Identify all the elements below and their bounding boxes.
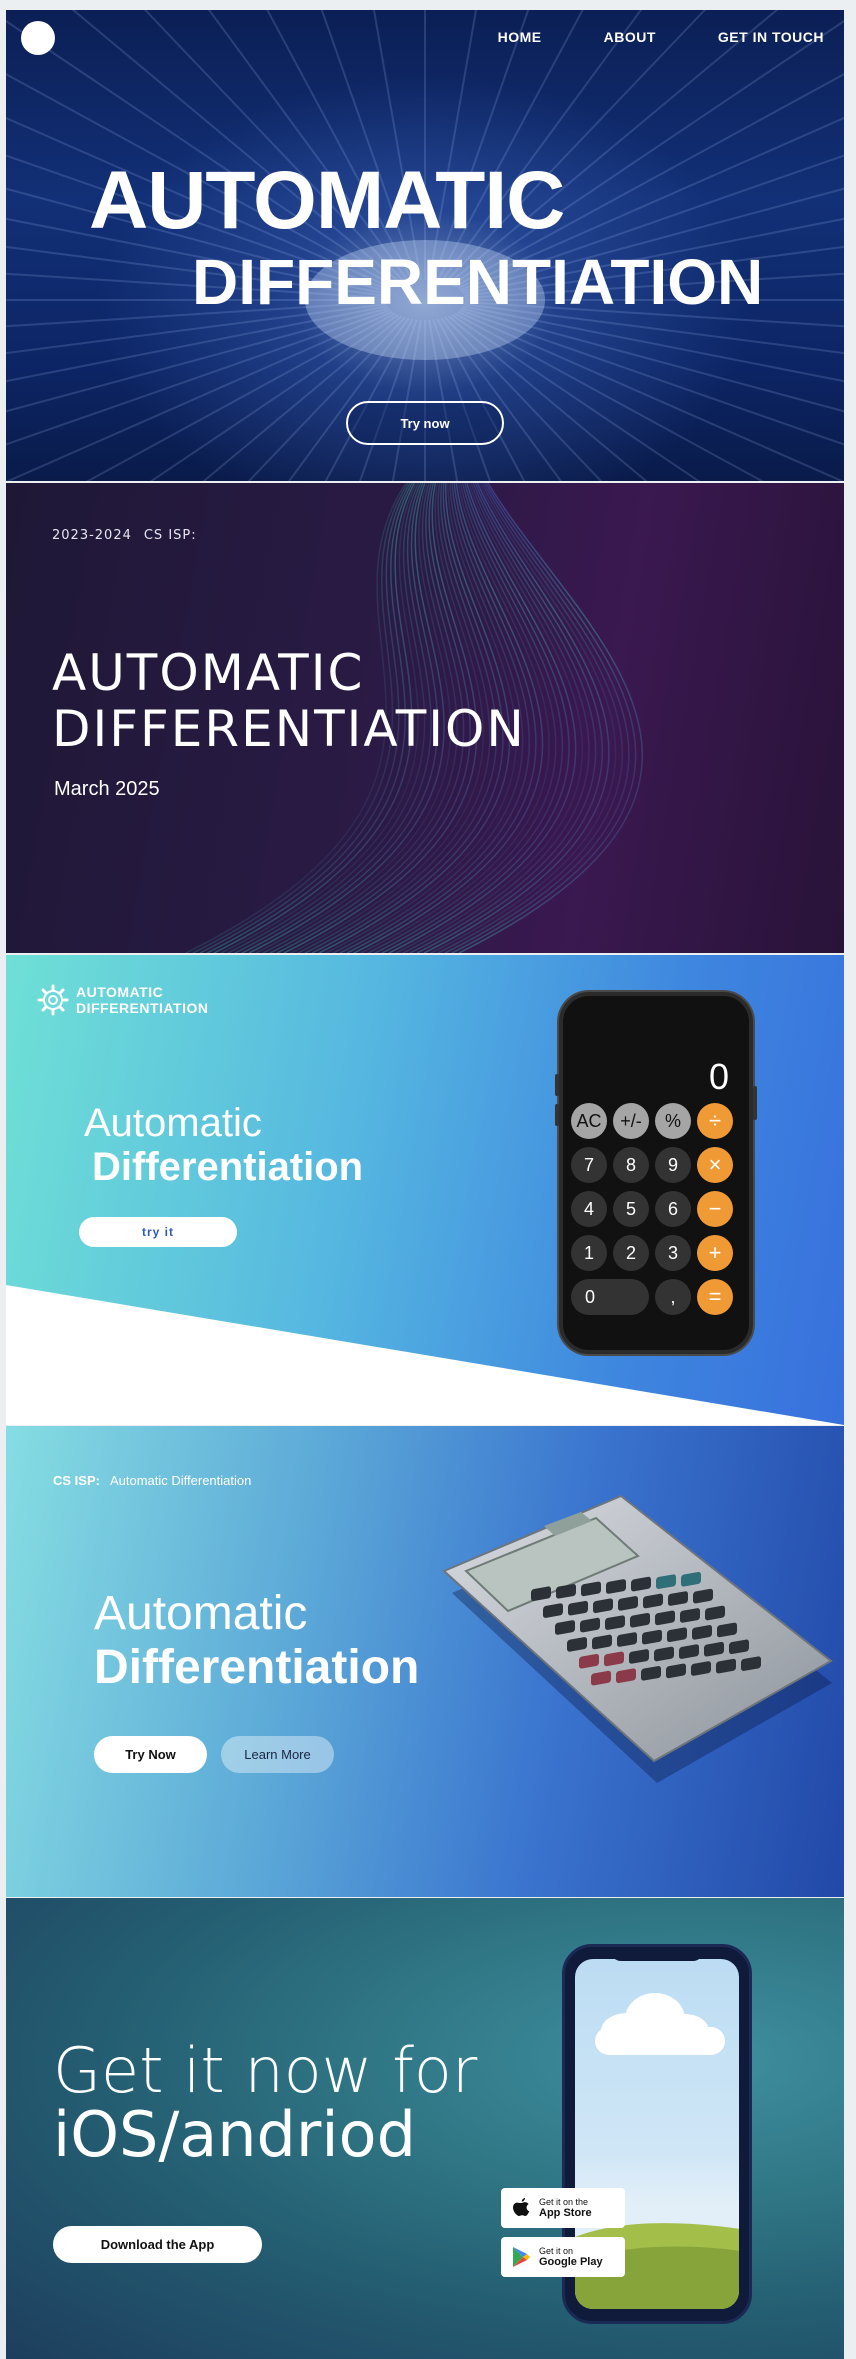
brand-logo[interactable]: AUTOMATIC DIFFERENTIATION [36,983,208,1017]
download-title-line2: iOS/andriod [53,2098,416,2171]
cover-title-line2: DIFFERENTIATION [52,700,526,758]
google-play-small-text: Get it on [539,2246,574,2256]
key-2[interactable]: 2 [613,1235,649,1271]
try-now-primary-button[interactable]: Try Now [94,1736,207,1773]
key-divide[interactable]: ÷ [697,1103,733,1139]
hero-section: HOME ABOUT GET IN TOUCH AUTOMATIC DIFFER… [6,10,844,481]
google-play-big-text: Google Play [539,2256,603,2268]
try-now-button[interactable]: Try now [346,401,504,445]
cover-course: CS ISP: [143,528,197,543]
cover-year: 2023-2024 [52,528,132,543]
nav-home-link[interactable]: HOME [498,29,542,45]
breadcrumb: CS ISP: Automatic Differentiation [53,1473,251,1488]
phone-volume-up [555,1074,559,1096]
product-title-line1: Automatic [94,1587,308,1640]
key-4[interactable]: 4 [571,1191,607,1227]
breadcrumb-topic: Automatic Differentiation [109,1473,252,1488]
phone-notch [611,1947,703,1961]
download-app-button[interactable]: Download the App [53,2226,262,2263]
key-0[interactable]: 0 [571,1279,649,1315]
nav-about-link[interactable]: ABOUT [604,29,656,45]
key-equals[interactable]: = [697,1279,733,1315]
nav-get-in-touch-link[interactable]: GET IN TOUCH [718,29,824,45]
product-title-line2: Differentiation [94,1641,420,1694]
key-ac[interactable]: AC [571,1103,607,1139]
key-3[interactable]: 3 [655,1235,691,1271]
product-section: CS ISP: Automatic Differentiation Automa… [6,1426,844,1897]
key-7[interactable]: 7 [571,1147,607,1183]
app-store-text: Get it on the App Store [539,2197,592,2219]
key-plus-minus[interactable]: +/- [613,1103,649,1139]
brand-line1: AUTOMATIC [76,984,164,1000]
app-store-big-text: App Store [539,2207,592,2219]
brand-text: AUTOMATIC DIFFERENTIATION [76,984,208,1016]
google-play-icon [513,2247,530,2267]
key-minus[interactable]: − [697,1191,733,1227]
hero-title-line2: DIFFERENTIATION [192,246,764,318]
key-9[interactable]: 9 [655,1147,691,1183]
app-store-small-text: Get it on the [539,2197,589,2207]
hero-title-line1: AUTOMATIC [89,155,565,246]
learn-more-button[interactable]: Learn More [221,1736,334,1773]
calculator-phone-mockup: 0 AC +/- % ÷ 7 8 9 × 4 5 6 − 1 2 3 + 0 ,… [555,992,757,1354]
key-1[interactable]: 1 [571,1235,607,1271]
calc-title-line2: Differentiation [92,1145,364,1189]
breadcrumb-course: CS ISP: [53,1473,100,1488]
apple-icon [513,2198,530,2216]
try-it-button[interactable]: try it [79,1217,237,1247]
calculator-keypad: AC +/- % ÷ 7 8 9 × 4 5 6 − 1 2 3 + 0 , = [571,1103,741,1315]
google-play-badge[interactable]: Get it on Google Play [501,2237,625,2277]
calc-title-line1: Automatic [84,1101,262,1145]
phone-volume-down [555,1104,559,1126]
download-title-line1: Get it now for [53,2034,478,2107]
key-percent[interactable]: % [655,1103,691,1139]
brand-line2: DIFFERENTIATION [76,1000,209,1016]
gear-icon [37,984,69,1016]
cover-section: 2023-2024 CS ISP: AUTOMATIC DIFFERENTIAT… [6,483,844,953]
key-comma[interactable]: , [655,1279,691,1315]
key-6[interactable]: 6 [655,1191,691,1227]
desk-calculator-image [442,1494,833,1783]
app-store-badge[interactable]: Get it on the App Store [501,2188,625,2228]
download-section: Get it now for iOS/andriod Download the … [6,1898,844,2359]
google-play-text: Get it on Google Play [539,2246,603,2268]
key-multiply[interactable]: × [697,1147,733,1183]
cover-meta: 2023-2024 CS ISP: [52,528,197,543]
calculator-section: AUTOMATIC DIFFERENTIATION Automatic Diff… [6,955,844,1425]
key-8[interactable]: 8 [613,1147,649,1183]
key-5[interactable]: 5 [613,1191,649,1227]
phone-power-button [753,1086,757,1120]
cover-date: March 2025 [54,778,160,800]
calculator-display: 0 [708,1056,729,1097]
top-nav: HOME ABOUT GET IN TOUCH [498,29,824,45]
cover-title-line1: AUTOMATIC [52,644,365,702]
logo[interactable] [21,21,55,55]
key-plus[interactable]: + [697,1235,733,1271]
